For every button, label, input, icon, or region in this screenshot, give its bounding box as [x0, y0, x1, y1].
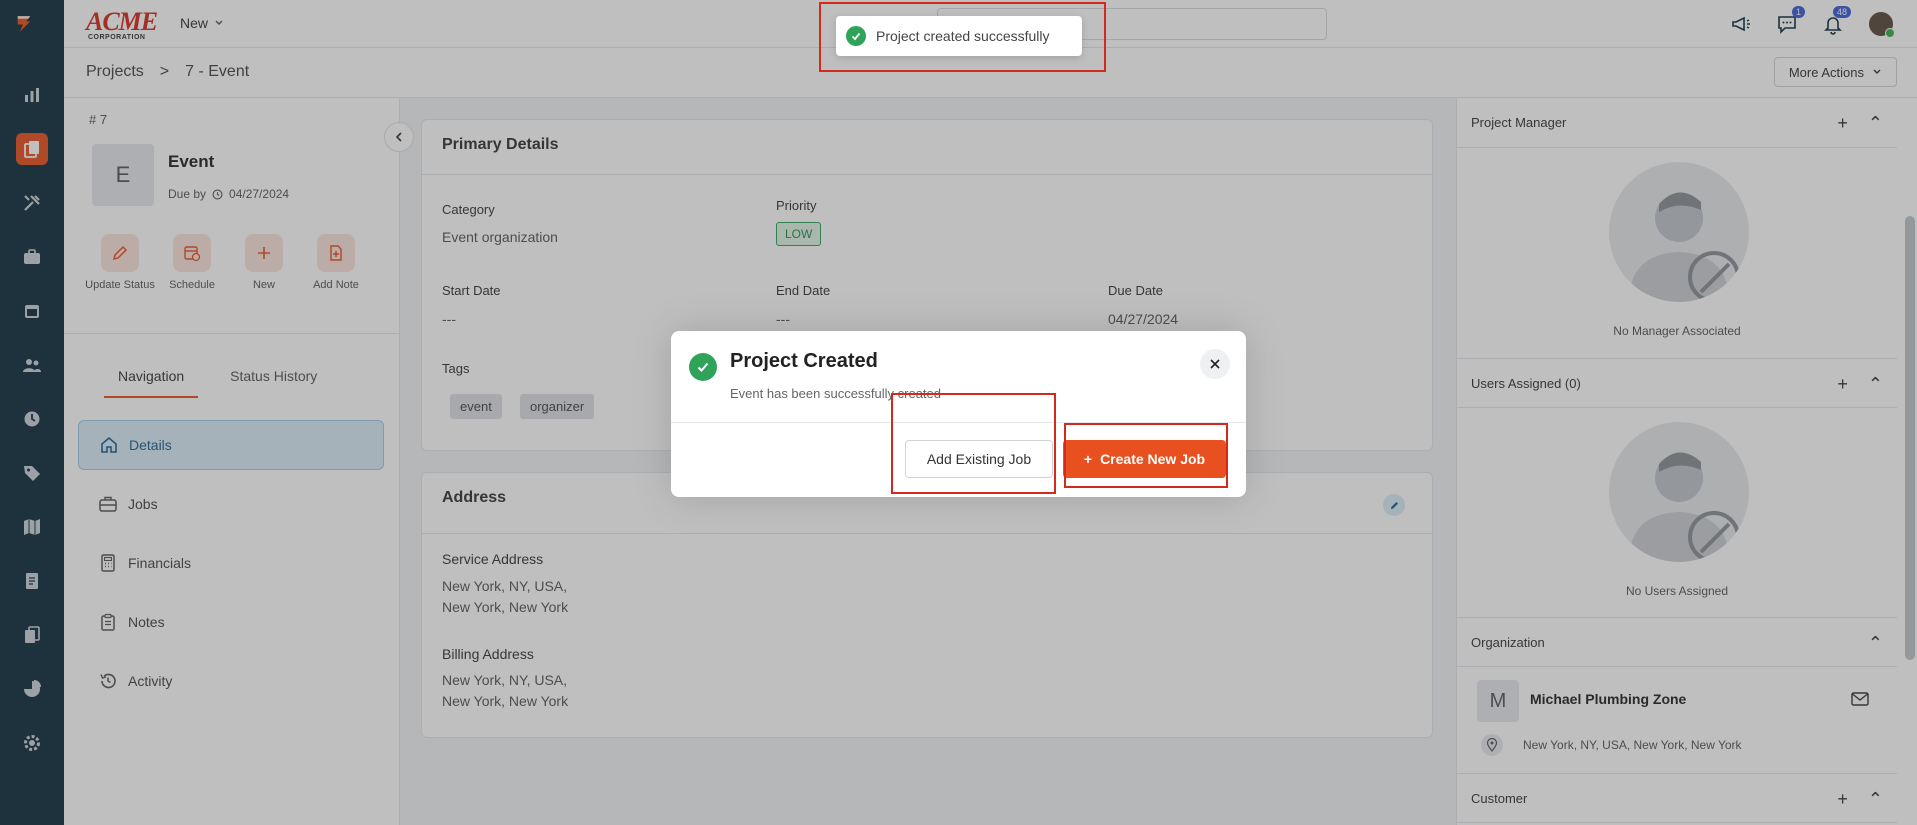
close-dialog-button[interactable]: [1200, 349, 1230, 379]
toast-message: Project created successfully: [876, 28, 1050, 44]
create-new-job-button[interactable]: + Create New Job: [1063, 440, 1226, 478]
dialog-title: Project Created: [730, 350, 878, 372]
add-existing-job-button[interactable]: Add Existing Job: [905, 440, 1053, 478]
create-new-job-label: Create New Job: [1100, 451, 1206, 467]
check-circle-icon: [689, 353, 717, 381]
divider: [671, 422, 1246, 423]
check-circle-icon: [846, 26, 866, 46]
close-icon: [1210, 359, 1220, 369]
dialog-subtitle: Event has been successfully created: [730, 386, 942, 401]
success-toast: Project created successfully: [836, 16, 1082, 56]
plus-icon: +: [1083, 451, 1093, 467]
project-created-dialog: Project Created Event has been successfu…: [671, 331, 1246, 497]
